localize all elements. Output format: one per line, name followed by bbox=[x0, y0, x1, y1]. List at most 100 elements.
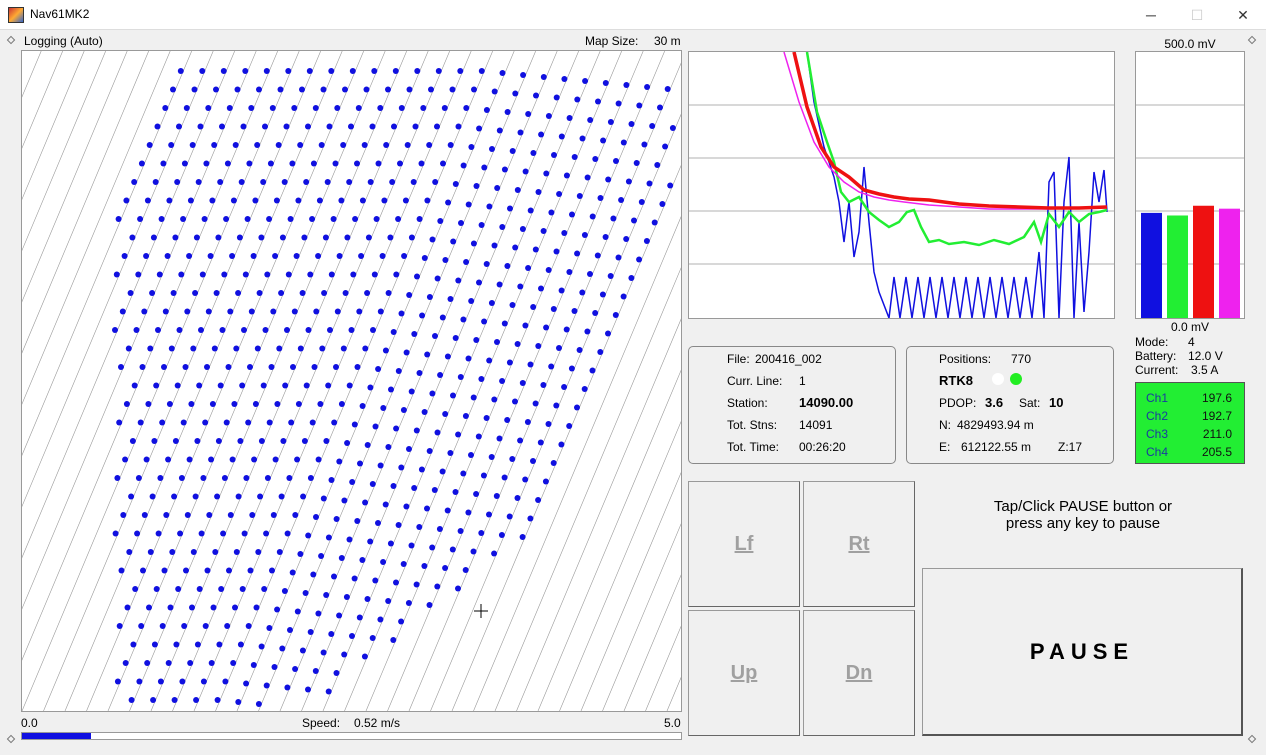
line-label: Curr. Line: bbox=[727, 374, 783, 388]
station-point bbox=[324, 179, 331, 185]
station-point bbox=[192, 493, 199, 500]
station-point bbox=[545, 113, 552, 119]
station-point bbox=[538, 285, 544, 292]
station-point bbox=[419, 312, 426, 319]
station-point bbox=[177, 530, 184, 537]
station-point bbox=[434, 583, 441, 590]
station-point bbox=[320, 495, 327, 502]
station-point bbox=[473, 183, 480, 189]
satellites-label: Sat: bbox=[1019, 396, 1041, 410]
station-point bbox=[332, 160, 339, 167]
station-point bbox=[163, 512, 170, 518]
down-button[interactable]: Dn bbox=[803, 610, 915, 736]
station-point bbox=[202, 623, 209, 629]
resize-handle-bottom-left[interactable] bbox=[6, 734, 16, 744]
station-point bbox=[217, 179, 224, 185]
station-point bbox=[460, 470, 467, 477]
station-point bbox=[491, 242, 498, 249]
station-point bbox=[364, 290, 371, 296]
station-point bbox=[643, 238, 650, 244]
left-button[interactable]: Lf bbox=[688, 481, 800, 607]
resize-handle-right[interactable] bbox=[1247, 35, 1257, 45]
station-point bbox=[269, 567, 275, 574]
station-point bbox=[509, 148, 516, 154]
station-point bbox=[205, 308, 212, 315]
station-point bbox=[357, 460, 363, 467]
station-point bbox=[239, 382, 246, 389]
station-point bbox=[170, 86, 176, 93]
station-point bbox=[165, 456, 172, 463]
pause-button[interactable]: PAUSE bbox=[922, 568, 1243, 736]
station-point bbox=[402, 197, 409, 204]
station-point bbox=[178, 271, 185, 278]
minimize-button[interactable]: ─ bbox=[1128, 0, 1174, 30]
resize-handle-bottom-right[interactable] bbox=[1247, 734, 1257, 744]
station-point bbox=[342, 290, 349, 296]
station-point bbox=[525, 111, 532, 117]
station-point bbox=[268, 364, 275, 370]
station-point bbox=[404, 142, 411, 148]
station-point bbox=[235, 699, 242, 705]
station-point bbox=[186, 456, 193, 463]
survey-line bbox=[279, 50, 558, 712]
station-point bbox=[426, 602, 433, 608]
close-button[interactable]: ✕ bbox=[1220, 0, 1266, 30]
station-point bbox=[226, 567, 232, 574]
survey-line bbox=[107, 50, 386, 712]
station-point bbox=[161, 364, 167, 370]
station-point bbox=[602, 234, 609, 240]
resize-handle-left[interactable] bbox=[6, 35, 16, 45]
up-button[interactable]: Up bbox=[688, 610, 800, 736]
rtk-status-label: RTK8 bbox=[939, 373, 973, 388]
station-point bbox=[465, 355, 472, 362]
station-point bbox=[276, 345, 283, 352]
station-point bbox=[501, 320, 508, 327]
station-point bbox=[530, 304, 537, 310]
station-point bbox=[333, 364, 339, 370]
station-point bbox=[416, 216, 423, 222]
station-point bbox=[336, 612, 343, 619]
positions-value: 770 bbox=[1011, 352, 1032, 366]
station-point bbox=[581, 232, 588, 238]
line-value: 1 bbox=[799, 374, 806, 388]
station-point bbox=[509, 456, 516, 462]
positions-label: Positions: bbox=[939, 352, 992, 366]
station-point bbox=[122, 660, 129, 666]
station-point bbox=[198, 530, 205, 537]
station-point bbox=[641, 141, 648, 148]
survey-line bbox=[129, 50, 407, 712]
station-point bbox=[137, 419, 144, 426]
station-point bbox=[499, 378, 506, 384]
station-point bbox=[527, 207, 534, 214]
right-button[interactable]: Rt bbox=[803, 481, 915, 607]
station-point bbox=[424, 197, 431, 204]
station-point bbox=[462, 413, 469, 419]
station-point bbox=[333, 516, 340, 522]
station-point bbox=[188, 401, 195, 407]
station-point bbox=[535, 189, 542, 195]
station-point bbox=[403, 349, 410, 356]
station-point bbox=[288, 419, 295, 426]
station-point bbox=[131, 382, 138, 389]
station-point bbox=[367, 538, 374, 545]
station-point bbox=[261, 586, 268, 592]
survey-map[interactable] bbox=[0, 50, 1266, 712]
station-point bbox=[440, 160, 446, 167]
station-point bbox=[483, 415, 490, 421]
station-point bbox=[182, 364, 189, 370]
station-point bbox=[390, 329, 397, 335]
station-point bbox=[457, 68, 464, 74]
station-point bbox=[183, 105, 190, 111]
station-point bbox=[373, 216, 380, 222]
station-point bbox=[367, 384, 374, 391]
station-point bbox=[383, 142, 390, 148]
station-point bbox=[193, 234, 200, 241]
station-point bbox=[258, 643, 265, 650]
survey-line bbox=[387, 50, 665, 712]
survey-map-canvas[interactable] bbox=[0, 50, 1266, 712]
maximize-button[interactable]: ☐ bbox=[1174, 0, 1220, 30]
station-point bbox=[200, 475, 207, 481]
station-point bbox=[136, 678, 143, 685]
pause-hint: Tap/Click PAUSE button or press any key … bbox=[922, 498, 1244, 532]
station-point bbox=[267, 160, 274, 167]
